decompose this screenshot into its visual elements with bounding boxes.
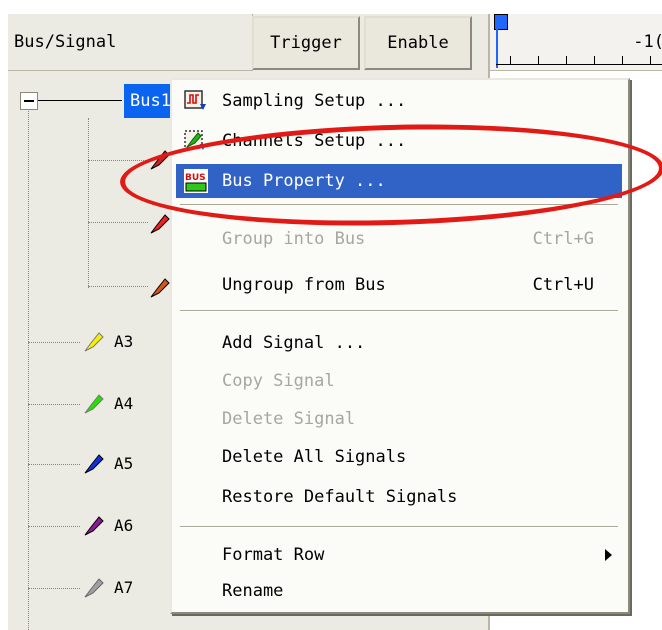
probe-icon bbox=[84, 516, 104, 536]
probe-icon bbox=[84, 578, 104, 598]
signal-label: A4 bbox=[114, 393, 134, 413]
submenu-arrow-icon bbox=[605, 549, 612, 561]
menu-separator bbox=[180, 526, 618, 528]
menu-separator bbox=[180, 310, 618, 312]
signal-row-a5[interactable]: A5 bbox=[82, 450, 133, 476]
menu-item-label: Delete All Signals bbox=[222, 447, 407, 467]
menu-item-label: Sampling Setup ... bbox=[222, 91, 407, 111]
time-ruler: -1( bbox=[490, 14, 662, 71]
menu-item-rename[interactable]: Rename bbox=[176, 574, 622, 608]
menu-item-ungroup-from-bus[interactable]: Ungroup from Bus Ctrl+U bbox=[176, 268, 622, 302]
tree-line bbox=[28, 342, 80, 343]
menu-item-label: Group into Bus bbox=[222, 229, 366, 249]
tree-line bbox=[28, 464, 80, 465]
signal-label: A7 bbox=[114, 577, 134, 597]
ruler-time-label: -1( bbox=[633, 32, 662, 52]
menu-item-restore-default-signals[interactable]: Restore Default Signals bbox=[176, 480, 622, 514]
signal-row-a3[interactable]: A3 bbox=[82, 328, 133, 354]
menu-item-sampling-setup[interactable]: Sampling Setup ... bbox=[176, 84, 622, 118]
collapse-toggle[interactable] bbox=[20, 92, 38, 110]
menu-item-shortcut: Ctrl+U bbox=[532, 275, 594, 295]
tree-line bbox=[28, 404, 80, 405]
menu-item-label: Format Row bbox=[222, 545, 325, 565]
tree-line bbox=[28, 526, 80, 527]
cropped-caption bbox=[0, 0, 662, 14]
probe-icon bbox=[84, 332, 104, 352]
tree-line bbox=[88, 222, 148, 223]
enable-column-header[interactable]: Enable bbox=[364, 16, 472, 70]
signal-label: A5 bbox=[114, 453, 134, 473]
trigger-column-header[interactable]: Trigger bbox=[252, 16, 360, 70]
menu-item-group-into-bus[interactable]: Group into Bus Ctrl+G bbox=[176, 222, 622, 256]
probe-icon bbox=[84, 454, 104, 474]
menu-item-label: Ungroup from Bus bbox=[222, 275, 386, 295]
tree-line bbox=[88, 286, 148, 287]
menu-item-delete-signal[interactable]: Delete Signal bbox=[176, 402, 622, 436]
menu-item-copy-signal[interactable]: Copy Signal bbox=[176, 364, 622, 398]
menu-item-label: Restore Default Signals bbox=[222, 487, 458, 507]
signal-label: A6 bbox=[114, 515, 134, 535]
menu-item-label: Add Signal ... bbox=[222, 333, 366, 353]
signal-row-a7[interactable]: A7 bbox=[82, 574, 133, 600]
signal-row-a6[interactable]: A6 bbox=[82, 512, 133, 538]
tree-line bbox=[28, 588, 80, 589]
menu-item-delete-all-signals[interactable]: Delete All Signals bbox=[176, 440, 622, 474]
sampling-setup-icon bbox=[184, 90, 206, 110]
probe-icon bbox=[84, 394, 104, 414]
menu-item-add-signal[interactable]: Add Signal ... bbox=[176, 326, 622, 360]
menu-item-label: Rename bbox=[222, 581, 284, 601]
ruler-ticks bbox=[496, 54, 662, 65]
bus-signal-column-header[interactable]: Bus/Signal bbox=[8, 14, 253, 71]
signal-label: A3 bbox=[114, 331, 134, 351]
tree-line bbox=[28, 108, 29, 630]
tree-line bbox=[88, 118, 89, 288]
tree-line bbox=[88, 160, 148, 161]
menu-item-shortcut: Ctrl+G bbox=[532, 229, 594, 249]
menu-item-format-row[interactable]: Format Row bbox=[176, 538, 622, 572]
bus-connector-line bbox=[38, 100, 122, 101]
signal-row-a4[interactable]: A4 bbox=[82, 390, 133, 416]
menu-item-label: Copy Signal bbox=[222, 371, 335, 391]
menu-item-label: Delete Signal bbox=[222, 409, 356, 429]
